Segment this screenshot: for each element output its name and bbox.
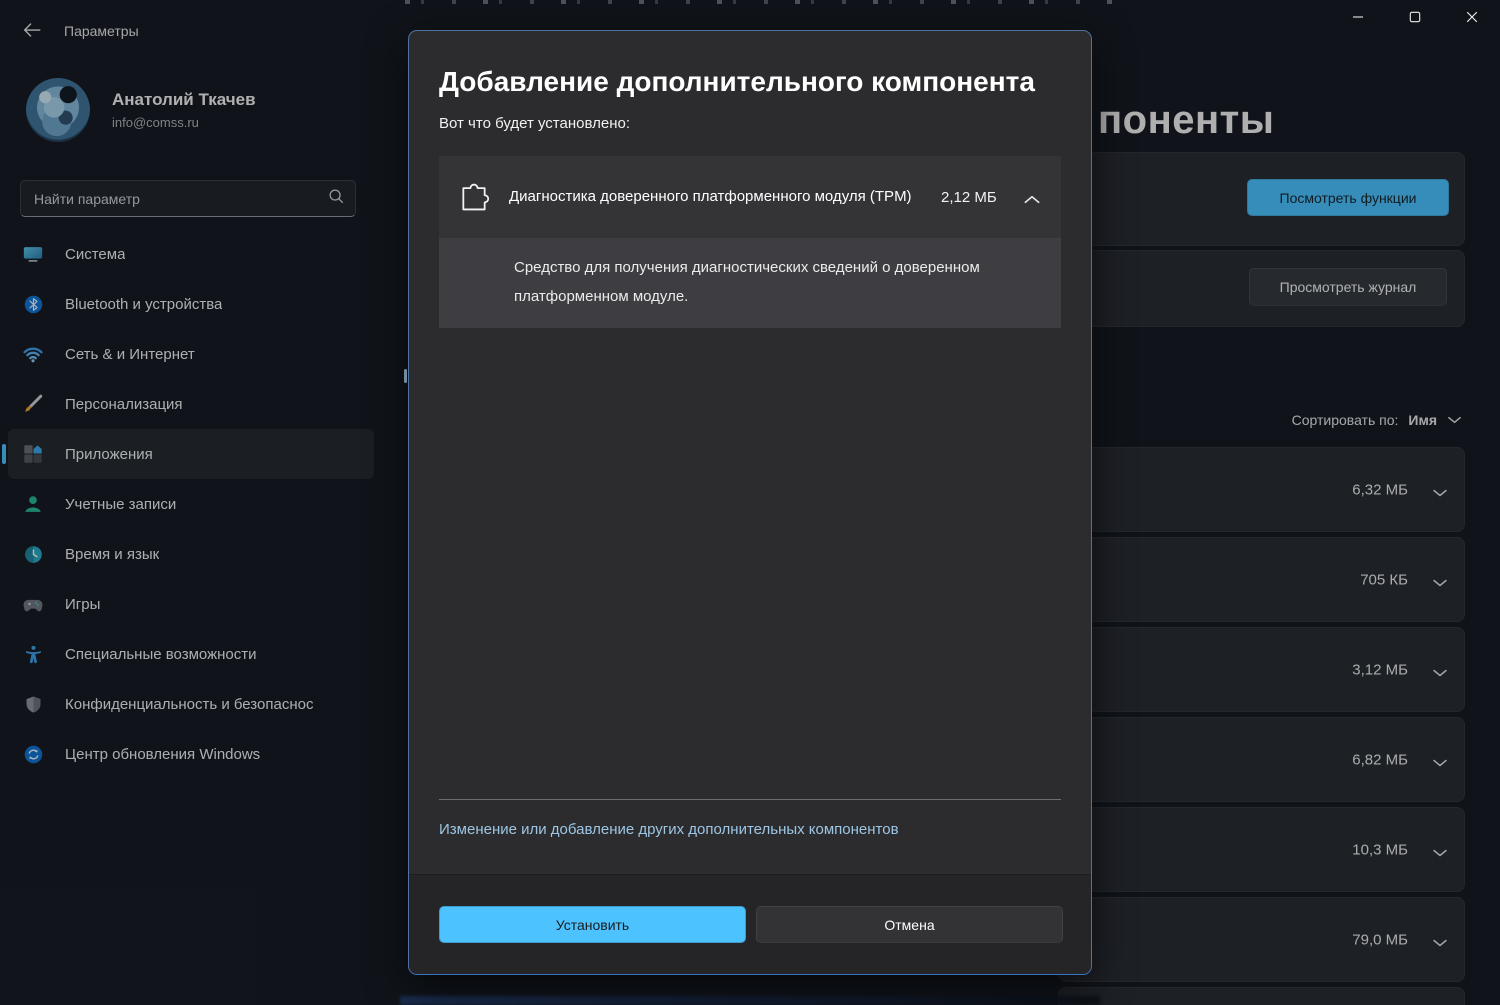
component-name: Диагностика доверенного платформенного м…: [509, 188, 912, 205]
maximize-button[interactable]: [1386, 0, 1443, 36]
maximize-icon: [1409, 11, 1421, 26]
minimize-icon: [1352, 11, 1364, 26]
settings-window: Параметры Анатолий Ткачев info@comss.ru …: [0, 0, 1500, 1005]
scrollbar-thumb[interactable]: [404, 369, 407, 383]
puzzle-piece-icon: [458, 180, 490, 214]
minimize-button[interactable]: [1329, 0, 1386, 36]
component-item: Диагностика доверенного платформенного м…: [439, 156, 1061, 328]
divider: [439, 799, 1061, 800]
close-icon: [1466, 11, 1478, 26]
component-description: Средство для получения диагностических с…: [439, 238, 1061, 328]
chevron-up-icon[interactable]: [1023, 192, 1041, 203]
dialog-subtitle: Вот что будет установлено:: [439, 115, 630, 132]
install-button[interactable]: Установить: [439, 906, 746, 943]
more-components-link[interactable]: Изменение или добавление других дополнит…: [439, 821, 899, 838]
cancel-button[interactable]: Отмена: [756, 906, 1063, 943]
add-optional-feature-dialog: Добавление дополнительного компонента Во…: [408, 30, 1092, 975]
component-size: 2,12 МБ: [941, 188, 997, 206]
component-header[interactable]: Диагностика доверенного платформенного м…: [439, 156, 1061, 238]
dialog-title: Добавление дополнительного компонента: [439, 66, 1035, 97]
window-controls: [1329, 0, 1500, 36]
close-button[interactable]: [1443, 0, 1500, 36]
dialog-footer: Установить Отмена: [409, 874, 1091, 974]
